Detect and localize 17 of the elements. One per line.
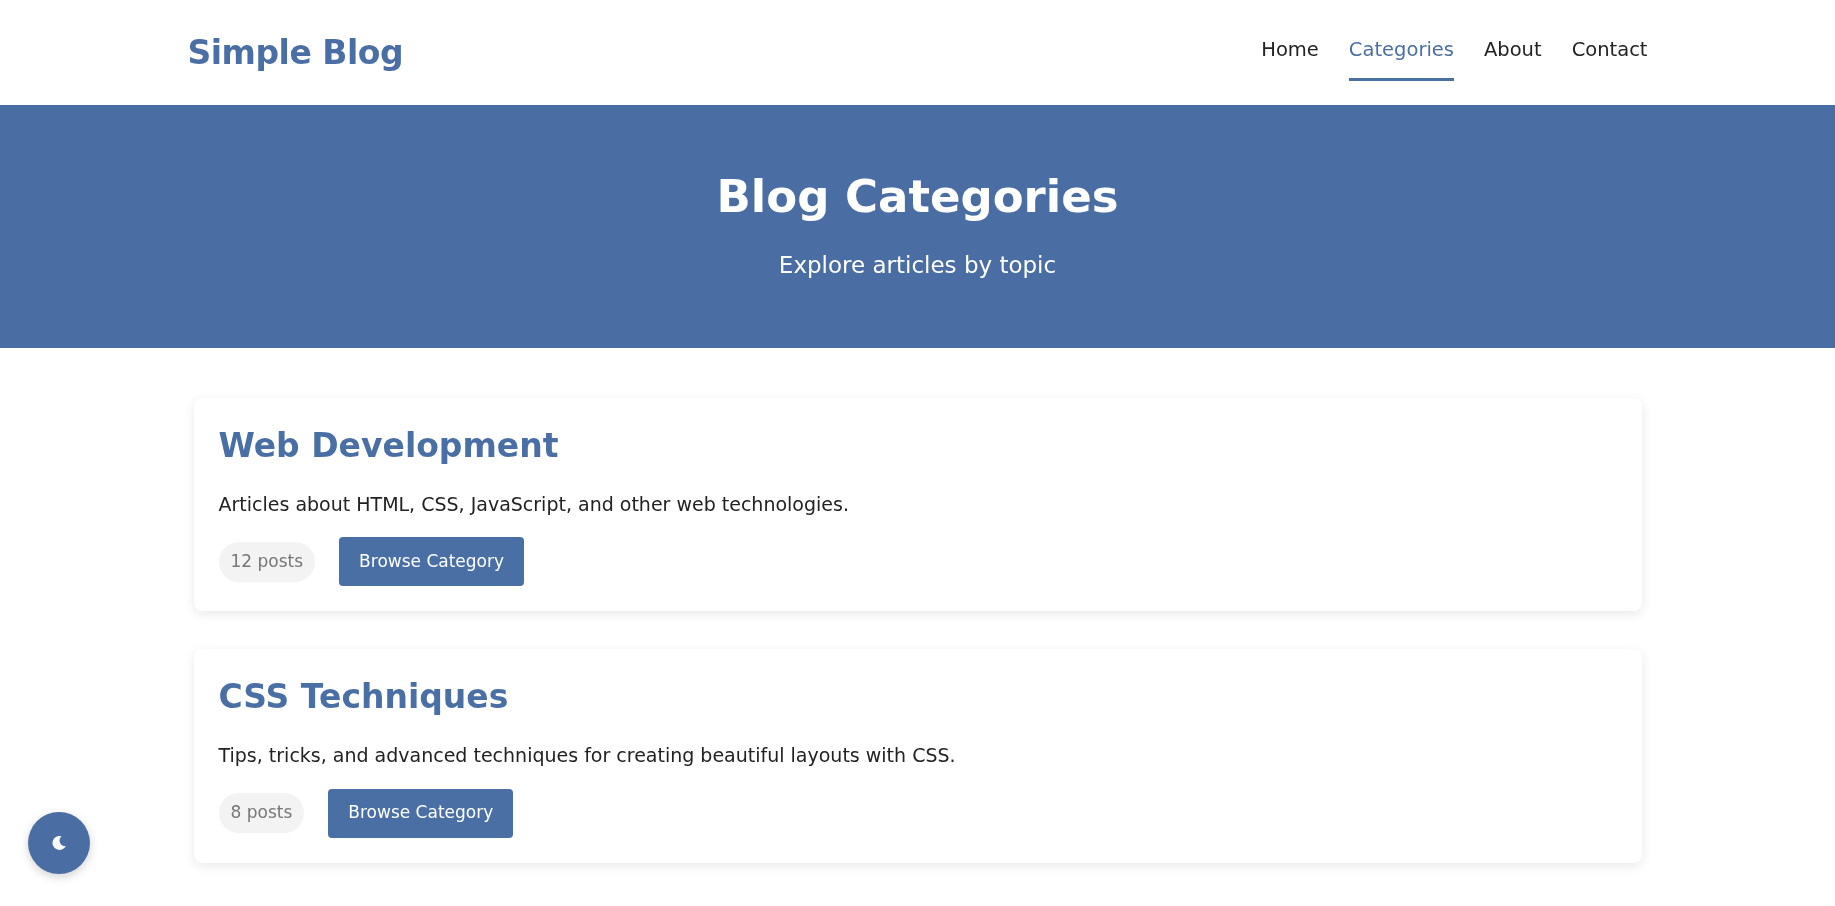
- category-description: Tips, tricks, and advanced techniques for creating beautiful layouts with CSS.: [218, 743, 957, 769]
- page-title: Blog Categories: [716, 170, 1119, 225]
- nav-link[interactable]: Categories: [1348, 35, 1454, 82]
- browse-category-button[interactable]: Browse Category: [339, 537, 525, 587]
- nav-link[interactable]: About: [1483, 35, 1542, 82]
- category-title: Web Development: [218, 425, 560, 467]
- page-subtitle: Explore articles by topic: [778, 251, 1057, 281]
- category-description: Articles about HTML, CSS, JavaScript, and other web technologies.: [218, 491, 850, 517]
- post-count-badge: 8 posts: [218, 793, 305, 834]
- post-count-badge: 12 posts: [218, 541, 316, 582]
- category-title: CSS Techniques: [218, 676, 510, 719]
- nav-link[interactable]: Contact: [1571, 35, 1648, 82]
- browse-category-button[interactable]: Browse Category: [328, 788, 514, 838]
- nav-link[interactable]: Home: [1261, 35, 1319, 82]
- theme-toggle-button[interactable]: [28, 812, 90, 874]
- blog-logo[interactable]: Simple Blog: [187, 27, 404, 78]
- moon-icon: [51, 835, 67, 851]
